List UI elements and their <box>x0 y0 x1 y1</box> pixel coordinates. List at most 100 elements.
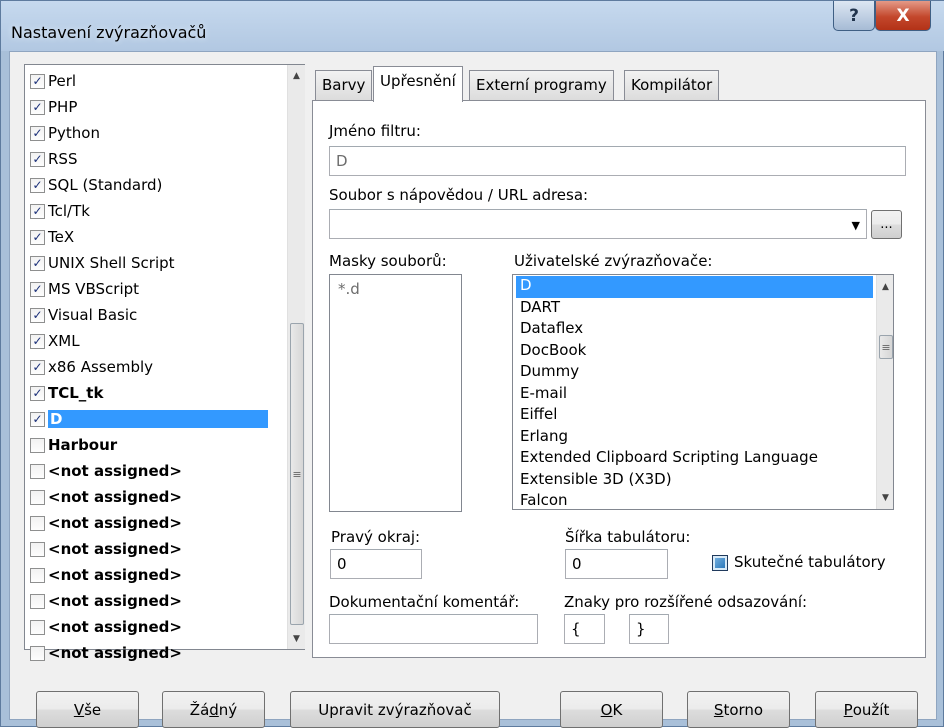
ok-button[interactable]: OK <box>560 691 663 728</box>
list-item[interactable]: ✓ TCL_tk <box>27 381 285 405</box>
list-item[interactable]: <not assigned> <box>27 563 285 587</box>
list-item[interactable]: ✓ Tcl/Tk <box>27 199 285 223</box>
list-item[interactable]: DART <box>516 298 873 320</box>
list-item-checkbox[interactable] <box>30 437 45 453</box>
file-masks-label: Masky souborů: <box>329 252 447 270</box>
edit-highlighter-button[interactable]: Upravit zvýrazňovač <box>290 691 500 728</box>
scroll-thumb[interactable]: ≡ <box>290 323 304 625</box>
list-item[interactable]: <not assigned> <box>27 511 285 535</box>
list-item[interactable]: <not assigned> <box>27 459 285 483</box>
tab-compiler[interactable]: Kompilátor <box>624 70 720 100</box>
list-item-checkbox[interactable]: ✓ <box>30 125 45 141</box>
real-tabs-checkbox[interactable] <box>712 555 728 571</box>
tab-width-input[interactable]: 0 <box>565 549 668 579</box>
list-item-label: <not assigned> <box>48 488 182 506</box>
list-item-checkbox[interactable] <box>30 541 45 557</box>
list-item[interactable]: Eiffel <box>516 405 873 427</box>
user-highlighters-scrollbar[interactable]: ▲ ≡ ▼ <box>876 275 893 509</box>
list-item[interactable]: DocBook <box>516 341 873 363</box>
list-item[interactable]: <not assigned> <box>27 485 285 509</box>
list-item-checkbox[interactable] <box>30 567 45 583</box>
chevron-down-icon[interactable]: ▼ <box>877 489 893 506</box>
list-item[interactable]: <not assigned> <box>27 641 285 665</box>
filter-name-input[interactable]: D <box>329 146 906 176</box>
list-item-checkbox[interactable]: ✓ <box>30 281 45 297</box>
tab-external-programs[interactable]: Externí programy <box>469 70 614 100</box>
tab-advanced[interactable]: Upřesnění <box>373 66 463 102</box>
apply-button[interactable]: Použít <box>815 691 918 728</box>
list-item-label: Perl <box>48 72 77 90</box>
list-item[interactable]: Dataflex <box>516 319 873 341</box>
tab-colors[interactable]: Barvy <box>315 70 373 100</box>
scroll-thumb[interactable]: ≡ <box>879 335 893 359</box>
indent-open-input[interactable]: { <box>564 614 605 644</box>
list-item-checkbox[interactable] <box>30 515 45 531</box>
check-icon: ✓ <box>32 204 43 218</box>
list-item[interactable]: Harbour <box>27 433 285 457</box>
list-item[interactable]: ✓ Perl <box>27 69 285 93</box>
list-item-checkbox[interactable]: ✓ <box>30 229 45 245</box>
close-button[interactable]: X <box>875 1 931 31</box>
list-item-checkbox[interactable]: ✓ <box>30 307 45 323</box>
list-item[interactable]: Extended Clipboard Scripting Language <box>516 448 873 470</box>
list-item[interactable]: ✓ XML <box>27 329 285 353</box>
chevron-down-icon[interactable]: ▼ <box>852 219 860 232</box>
cancel-button[interactable]: Storno <box>687 691 790 728</box>
help-button[interactable]: ? <box>833 1 875 31</box>
list-item-checkbox[interactable] <box>30 489 45 505</box>
doc-comment-input[interactable] <box>329 614 538 644</box>
list-item[interactable]: ✓ RSS <box>27 147 285 171</box>
tab-compiler-label: Kompilátor <box>631 76 713 94</box>
list-item-checkbox[interactable]: ✓ <box>30 73 45 89</box>
list-item-checkbox[interactable] <box>30 463 45 479</box>
list-item[interactable]: D <box>516 276 873 298</box>
list-item[interactable]: Falcon <box>516 491 873 509</box>
indent-close-input[interactable]: } <box>629 614 669 644</box>
list-item[interactable]: ✓ Visual Basic <box>27 303 285 327</box>
list-item-checkbox[interactable]: ✓ <box>30 203 45 219</box>
list-item[interactable]: ✓ Python <box>27 121 285 145</box>
list-item[interactable]: ✓ SQL (Standard) <box>27 173 285 197</box>
list-item[interactable]: Dummy <box>516 362 873 384</box>
list-item[interactable]: ✓ TeX <box>27 225 285 249</box>
highlighter-list-scrollbar[interactable]: ▲ ≡ ▼ <box>287 65 305 649</box>
list-item-checkbox[interactable]: ✓ <box>30 359 45 375</box>
select-all-button[interactable]: Vše <box>36 691 139 728</box>
list-item[interactable]: Erlang <box>516 427 873 449</box>
list-item[interactable]: <not assigned> <box>27 615 285 639</box>
list-item-label: <not assigned> <box>48 540 182 558</box>
chevron-down-icon[interactable]: ▼ <box>288 630 305 647</box>
list-item[interactable]: Extensible 3D (X3D) <box>516 470 873 492</box>
list-item-checkbox[interactable] <box>30 619 45 635</box>
help-file-combobox[interactable]: ▼ <box>329 209 867 239</box>
check-icon: ✓ <box>32 386 43 400</box>
list-item-checkbox[interactable] <box>30 645 45 661</box>
chevron-up-icon[interactable]: ▲ <box>288 67 305 84</box>
list-item-checkbox[interactable]: ✓ <box>30 255 45 271</box>
list-item[interactable]: ✓ UNIX Shell Script <box>27 251 285 275</box>
list-item-checkbox[interactable] <box>30 593 45 609</box>
list-item-checkbox[interactable]: ✓ <box>30 99 45 115</box>
user-highlighters-list[interactable]: D DART Dataflex DocBook Dummy E-mail Eiffel Erl… <box>512 274 894 510</box>
list-item[interactable]: <not assigned> <box>27 589 285 613</box>
list-item-checkbox[interactable]: ✓ <box>30 177 45 193</box>
file-masks-box[interactable]: *.d <box>329 274 462 512</box>
list-item[interactable]: ✓ x86 Assembly <box>27 355 285 379</box>
list-item-checkbox[interactable]: ✓ <box>30 151 45 167</box>
right-margin-input[interactable]: 0 <box>330 549 422 579</box>
list-item-checkbox[interactable]: ✓ <box>30 333 45 349</box>
list-item-label: x86 Assembly <box>48 358 154 376</box>
title-bar[interactable]: Nastavení zvýrazňovačů ? X <box>1 1 944 51</box>
list-item[interactable]: ✓ MS VBScript <box>27 277 285 301</box>
highlighter-list[interactable]: ✓ Perl ✓ PHP ✓ Python ✓ RSS ✓ SQL (Standard) ✓ Tcl/… <box>24 64 305 662</box>
list-item[interactable]: ✓ D <box>27 407 285 431</box>
chevron-up-icon[interactable]: ▲ <box>877 278 893 295</box>
select-none-button[interactable]: Žá d ný <box>162 691 265 728</box>
list-item-checkbox[interactable]: ✓ <box>30 411 45 427</box>
edit-highlighter-label: Upravit zvýrazňovač <box>318 700 472 719</box>
list-item-checkbox[interactable]: ✓ <box>30 385 45 401</box>
list-item[interactable]: E-mail <box>516 384 873 406</box>
list-item[interactable]: <not assigned> <box>27 537 285 561</box>
browse-button[interactable]: ... <box>871 210 902 239</box>
list-item[interactable]: ✓ PHP <box>27 95 285 119</box>
